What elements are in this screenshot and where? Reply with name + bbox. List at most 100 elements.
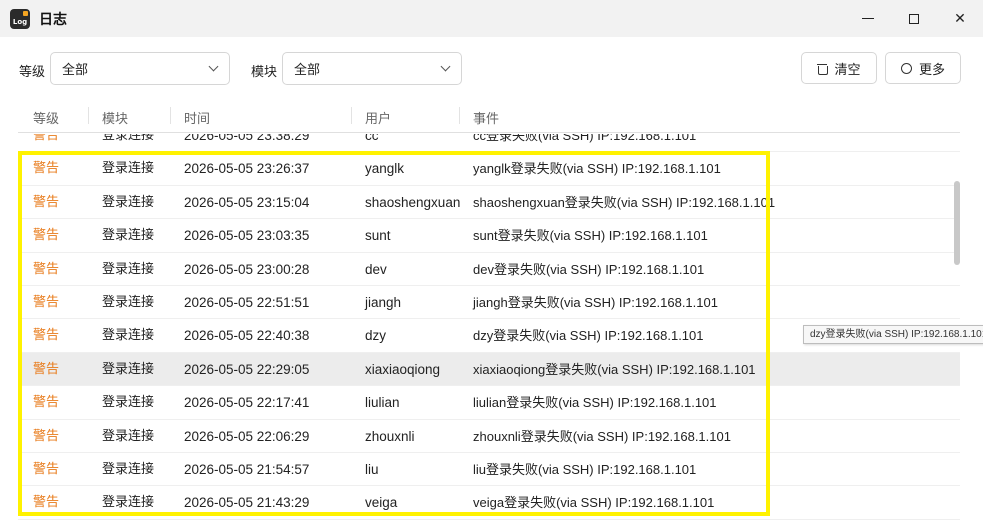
- vertical-scrollbar[interactable]: [954, 181, 960, 265]
- more-button[interactable]: 更多: [885, 52, 961, 84]
- window-controls: ✕: [845, 0, 983, 37]
- clear-button-label: 清空: [834, 62, 861, 78]
- log-module: 登录连接: [102, 228, 155, 244]
- close-icon: ✕: [954, 10, 966, 27]
- log-time: 2026-05-05 23:00:28: [184, 261, 310, 277]
- table-row[interactable]: 警告 登录连接 2026-05-05 22:51:51 jiangh jiangh登录失…: [18, 286, 960, 320]
- log-time: 2026-05-05 21:54:57: [184, 461, 310, 477]
- log-time: 2026-05-05 22:51:51: [184, 294, 310, 310]
- log-level: 警告: [33, 495, 60, 511]
- log-level: 警告: [33, 361, 60, 377]
- column-header-event[interactable]: 事件: [473, 108, 499, 127]
- level-filter-value: 全部: [62, 63, 89, 78]
- log-event: dzy登录失败(via SSH) IP:192.168.1.101: [473, 328, 704, 344]
- log-time: 2026-05-05 22:06:29: [184, 428, 310, 444]
- log-event: liu登录失败(via SSH) IP:192.168.1.101: [473, 461, 697, 477]
- chevron-down-icon: [208, 61, 219, 72]
- app-logo-text: Log: [12, 17, 28, 26]
- log-module: 登录连接: [102, 461, 155, 477]
- log-event: shaoshengxuan登录失败(via SSH) IP:192.168.1.…: [473, 194, 776, 210]
- table-row[interactable]: 警告 登录连接 2026-05-05 22:06:29 zhouxnli zhouxnl…: [18, 420, 960, 453]
- log-level: 警告: [33, 261, 60, 277]
- log-event: yanglk登录失败(via SSH) IP:192.168.1.101: [473, 161, 721, 177]
- log-event: jiangh登录失败(via SSH) IP:192.168.1.101: [473, 294, 718, 310]
- column-header-level[interactable]: 等级: [33, 108, 59, 127]
- module-filter-value: 全部: [294, 63, 321, 78]
- window-title: 日志: [39, 11, 67, 28]
- log-level: 警告: [33, 228, 60, 244]
- table-row[interactable]: 警告 登录连接 2026-05-05 23:38:29 cc cc登录失败(via SS…: [18, 134, 960, 153]
- log-time: 2026-05-05 23:26:37: [184, 161, 310, 177]
- module-filter-select[interactable]: 全部: [282, 52, 462, 85]
- log-event: cc登录失败(via SSH) IP:192.168.1.101: [473, 134, 697, 143]
- table-row[interactable]: 警告 登录连接 2026-05-05 22:17:41 liulian liulian登…: [18, 386, 960, 420]
- log-user: dzy: [365, 328, 387, 344]
- log-level: 警告: [33, 461, 60, 477]
- title-bar: Log 日志 ✕: [0, 0, 983, 37]
- column-header-user[interactable]: 用户: [365, 108, 391, 127]
- column-divider[interactable]: [170, 107, 171, 124]
- column-divider[interactable]: [351, 107, 352, 124]
- log-panel: 等级 全部 模块 全部 清空 更多 等级 模块 时间 用户 事件 警告 登录连接 2…: [0, 37, 983, 520]
- log-time: 2026-05-05 22:17:41: [184, 395, 310, 411]
- level-filter-label: 等级: [19, 65, 46, 80]
- log-event: veiga登录失败(via SSH) IP:192.168.1.101: [473, 495, 715, 511]
- table-row[interactable]: 警告 登录连接 2026-05-05 23:00:28 dev dev登录失败(via …: [18, 253, 960, 286]
- log-event: xiaxiaoqiong登录失败(via SSH) IP:192.168.1.1…: [473, 361, 756, 377]
- log-user: liulian: [365, 395, 400, 411]
- log-module: 登录连接: [102, 328, 155, 344]
- log-user: yanglk: [365, 161, 405, 177]
- table-row[interactable]: 警告 登录连接 2026-05-05 23:26:37 yanglk yanglk登录失…: [18, 152, 960, 186]
- log-module: 登录连接: [102, 495, 155, 511]
- circle-icon: [900, 62, 912, 74]
- log-time: 2026-05-05 22:40:38: [184, 328, 310, 344]
- table-row[interactable]: 警告 登录连接 2026-05-05 23:03:35 sunt sunt登录失败(vi…: [18, 219, 960, 253]
- log-time: 2026-05-05 22:29:05: [184, 361, 310, 377]
- log-user: cc: [365, 134, 379, 143]
- log-event: zhouxnli登录失败(via SSH) IP:192.168.1.101: [473, 428, 731, 444]
- maximize-button[interactable]: [891, 0, 937, 37]
- close-button[interactable]: ✕: [937, 0, 983, 37]
- log-user: liu: [365, 461, 379, 477]
- log-module: 登录连接: [102, 395, 155, 411]
- app-logo-icon: Log: [10, 8, 30, 29]
- log-module: 登录连接: [102, 261, 155, 277]
- log-level: 警告: [33, 328, 60, 344]
- log-user: jiangh: [365, 294, 402, 310]
- log-time: 2026-05-05 21:43:29: [184, 495, 310, 511]
- maximize-icon: [909, 13, 919, 24]
- table-row[interactable]: 警告 登录连接 2026-05-05 21:54:57 liu liu登录失败(via …: [18, 453, 960, 487]
- column-header-time[interactable]: 时间: [184, 108, 210, 127]
- table-row[interactable]: 警告 登录连接 2026-05-05 22:29:05 xiaxiaoqiong xia…: [18, 352, 960, 387]
- log-level: 警告: [33, 161, 60, 177]
- log-user: shaoshengxuan: [365, 194, 461, 210]
- log-level: 警告: [33, 194, 60, 210]
- filter-toolbar: 等级 全部 模块 全部 清空 更多: [0, 37, 983, 99]
- log-event: dev登录失败(via SSH) IP:192.168.1.101: [473, 261, 705, 277]
- clear-button[interactable]: 清空: [801, 52, 877, 84]
- log-user: sunt: [365, 228, 391, 244]
- level-filter-select[interactable]: 全部: [50, 52, 230, 85]
- log-module: 登录连接: [102, 428, 155, 444]
- minimize-button[interactable]: [845, 0, 891, 37]
- table-row[interactable]: 警告 登录连接 2026-05-05 23:15:04 shaoshengxuan sh…: [18, 186, 960, 220]
- module-filter-label: 模块: [251, 65, 278, 80]
- more-button-label: 更多: [918, 62, 945, 78]
- chevron-down-icon: [440, 61, 451, 72]
- log-level: 警告: [33, 134, 60, 143]
- log-module: 登录连接: [102, 361, 155, 377]
- log-user: veiga: [365, 495, 398, 511]
- log-module: 登录连接: [102, 161, 155, 177]
- log-user: xiaxiaoqiong: [365, 361, 441, 377]
- column-header-module[interactable]: 模块: [102, 108, 128, 127]
- log-event: sunt登录失败(via SSH) IP:192.168.1.101: [473, 228, 708, 244]
- log-level: 警告: [33, 428, 60, 444]
- log-time: 2026-05-05 23:03:35: [184, 228, 310, 244]
- column-divider[interactable]: [88, 107, 89, 124]
- log-user: dev: [365, 261, 387, 277]
- log-user: zhouxnli: [365, 428, 415, 444]
- column-divider[interactable]: [459, 107, 460, 124]
- table-row[interactable]: 警告 登录连接 2026-05-05 21:43:29 veiga veiga登录失败(…: [18, 486, 960, 520]
- table-header: 等级 模块 时间 用户 事件: [18, 99, 960, 133]
- log-level: 警告: [33, 294, 60, 310]
